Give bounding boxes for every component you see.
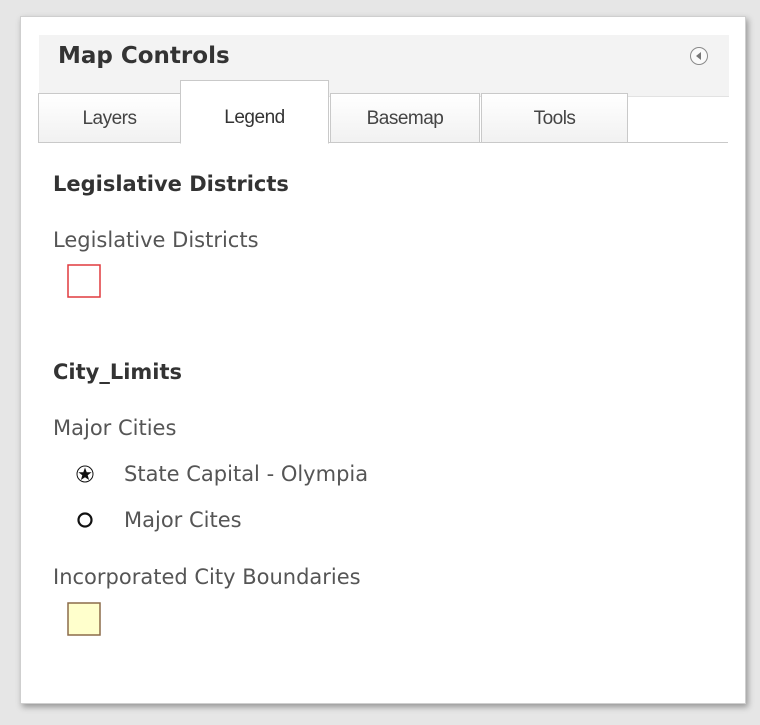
legend-item-major-cites: Major Cites: [75, 508, 242, 532]
legend-layer-label-major-cities: Major Cities: [53, 416, 177, 440]
legend-section-title-city-limits: City_Limits: [53, 360, 183, 384]
tab-legend[interactable]: Legend: [180, 80, 329, 144]
circle-icon: [77, 512, 93, 528]
tab-tools[interactable]: Tools: [481, 93, 628, 143]
legend-item-state-capital: State Capital - Olympia: [75, 462, 368, 486]
legislative-district-symbol: [67, 264, 101, 298]
collapse-button[interactable]: [690, 47, 708, 65]
collapse-left-icon: [696, 52, 701, 60]
tab-basemap[interactable]: Basemap: [330, 93, 480, 143]
tab-layers[interactable]: Layers: [38, 93, 181, 143]
legend-item-label: State Capital - Olympia: [124, 462, 369, 486]
legend-layer-label-incorporated-city-boundaries: Incorporated City Boundaries: [53, 565, 361, 589]
legend-item-label: Major Cites: [124, 508, 242, 532]
incorporated-city-boundary-symbol: [67, 602, 101, 636]
star-in-circle-icon: [76, 465, 94, 483]
legend-section-title-legislative-districts: Legislative Districts: [53, 172, 289, 196]
legend-layer-label-legislative-districts: Legislative Districts: [53, 228, 259, 252]
tabs-divider: [38, 142, 728, 143]
panel-title: Map Controls: [58, 43, 230, 69]
